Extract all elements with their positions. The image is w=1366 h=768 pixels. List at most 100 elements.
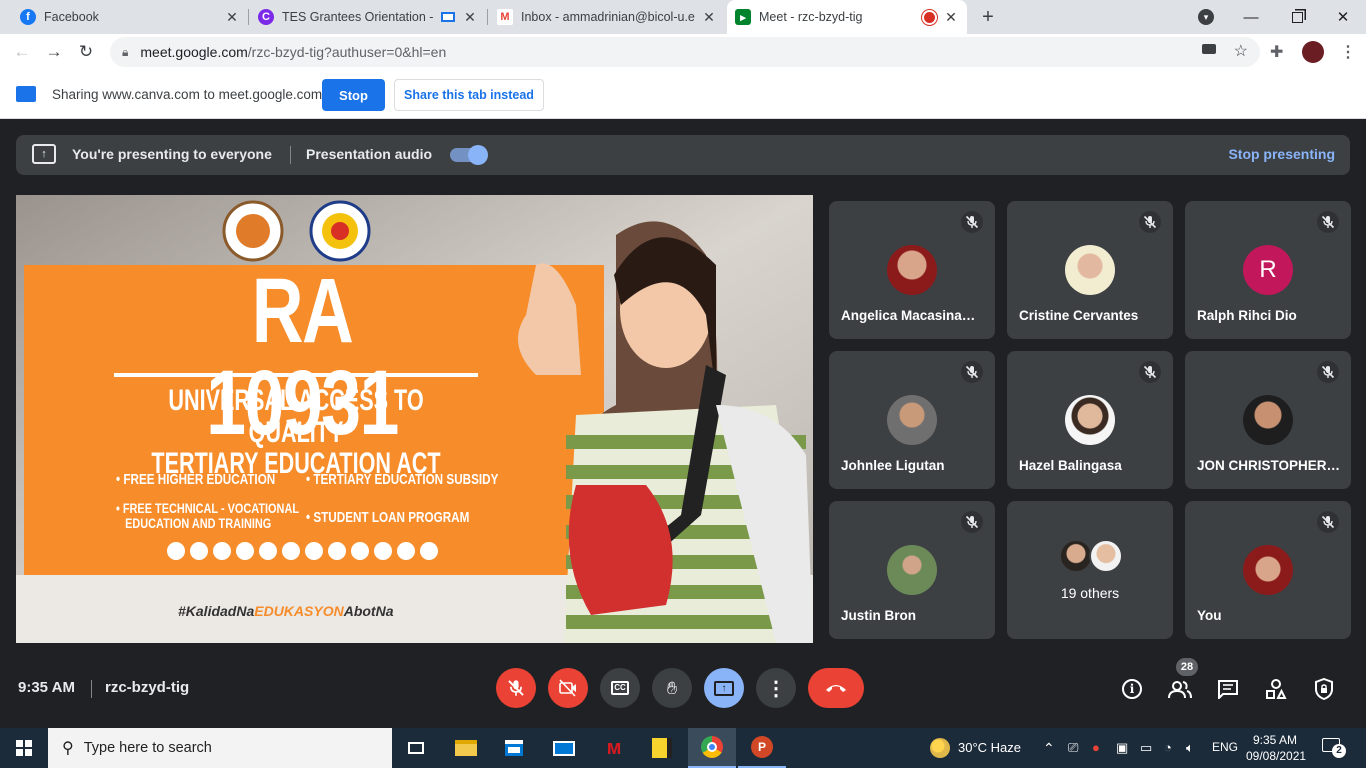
mic-off-icon [1317, 511, 1339, 533]
participant-tile[interactable]: Angelica Macasina… [829, 201, 995, 339]
chat-button[interactable] [1212, 673, 1244, 705]
show-hidden-icons-icon[interactable]: ⌃ [1043, 740, 1055, 757]
participant-tile[interactable]: Cristine Cervantes [1007, 201, 1173, 339]
share-this-tab-button[interactable]: Share this tab instead [394, 79, 544, 111]
task-view-icon[interactable] [392, 728, 440, 768]
tab-tes-orientation[interactable]: C TES Grantees Orientation - P ✕ [250, 0, 486, 34]
menu-dots-icon[interactable]: ⋮ [1340, 42, 1356, 62]
extensions-puzzle-icon[interactable]: ✚ [1270, 42, 1283, 62]
system-clock[interactable]: 9:35 AM 09/08/2021 [1246, 732, 1306, 764]
weather-icon[interactable] [930, 738, 950, 758]
battery-icon[interactable]: ▭ [1140, 740, 1152, 756]
present-screen-icon: ↑ [32, 144, 56, 164]
participant-name: Hazel Balingasa [1019, 458, 1122, 473]
tab-search-chevron-icon[interactable]: ▾ [1198, 9, 1214, 25]
mendeley-icon[interactable]: ᴍ [590, 728, 638, 768]
activities-button[interactable] [1260, 673, 1292, 705]
more-options-button[interactable]: ⋮ [756, 668, 796, 708]
present-now-button[interactable]: ↑ [704, 668, 744, 708]
close-icon[interactable]: ✕ [943, 9, 959, 25]
screen-share-icon [16, 86, 36, 102]
profile-avatar[interactable] [1302, 41, 1324, 63]
participant-tile[interactable]: Johnlee Ligutan [829, 351, 995, 489]
avatar [887, 245, 937, 295]
stop-sharing-button[interactable]: Stop [322, 79, 385, 111]
presentation-audio-label: Presentation audio [306, 146, 433, 162]
chrome-icon[interactable] [688, 728, 736, 768]
participant-tile[interactable]: Justin Bron [829, 501, 995, 639]
slide-bullet-free-higher-ed: • FREE HIGHER EDUCATION [116, 471, 276, 488]
reload-icon[interactable]: ↻ [72, 38, 100, 66]
captions-button[interactable]: CC [600, 668, 640, 708]
recording-dot-icon [921, 9, 937, 25]
window-close-icon[interactable]: ✕ [1320, 0, 1366, 34]
forward-arrow-icon[interactable]: → [40, 38, 68, 66]
shield-lock-icon [1315, 678, 1333, 700]
new-tab-plus-icon[interactable]: + [976, 5, 1000, 29]
stop-presenting-button[interactable]: Stop presenting [1228, 146, 1335, 162]
tab-gmail-inbox[interactable]: M Inbox - ammadrinian@bicol-u.ed ✕ [489, 0, 725, 34]
tab-facebook[interactable]: f Facebook ✕ [12, 0, 248, 34]
mic-off-icon [961, 511, 983, 533]
address-bar[interactable]: 🔒︎ meet.google.com/rzc-bzyd-tig?authuser… [110, 37, 1260, 67]
weather-text[interactable]: 30°C Haze [958, 740, 1021, 755]
antivirus-icon[interactable]: ● [1092, 740, 1100, 755]
hand-icon: ✋︎ [666, 677, 678, 698]
participant-tile-others[interactable]: 19 others [1007, 501, 1173, 639]
participant-tile-self[interactable]: You [1185, 501, 1351, 639]
mic-off-icon [1317, 211, 1339, 233]
mic-off-icon [508, 680, 524, 696]
close-icon[interactable]: ✕ [224, 9, 240, 25]
camera-toggle-button[interactable] [548, 668, 588, 708]
mail-icon[interactable] [540, 728, 588, 768]
host-controls-button[interactable] [1308, 673, 1340, 705]
notifications-button[interactable]: 2 [1322, 738, 1346, 758]
raise-hand-button[interactable]: ✋︎ [652, 668, 692, 708]
file-explorer-icon[interactable] [442, 728, 490, 768]
more-vert-icon: ⋮ [766, 677, 786, 700]
tab-title: Inbox - ammadrinian@bicol-u.ed [521, 10, 695, 24]
tab-meet[interactable]: ▸ Meet - rzc-bzyd-tig ✕ [727, 0, 967, 34]
search-placeholder: Type here to search [83, 740, 212, 756]
participant-tile[interactable]: R Ralph Rihci Dio [1185, 201, 1351, 339]
presented-slide: RA 10931 UNIVERSAL ACCESS TO QUALITY TER… [16, 195, 813, 643]
meeting-details-button[interactable]: i [1116, 673, 1148, 705]
leave-call-button[interactable] [808, 668, 864, 708]
participant-tile[interactable]: JON CHRISTOPHER… [1185, 351, 1351, 489]
tab-title: Meet - rzc-bzyd-tig [759, 10, 863, 24]
participant-name: Cristine Cervantes [1019, 308, 1139, 323]
sharing-status-text: Sharing www.canva.com to meet.google.com [52, 87, 323, 102]
volume-icon[interactable]: 🔈︎ [1186, 740, 1194, 756]
presenting-bar: ↑ You're presenting to everyone Presenta… [16, 135, 1350, 175]
language-indicator[interactable]: ENG [1212, 740, 1238, 754]
sticky-notes-icon[interactable] [638, 728, 686, 768]
camera-icon[interactable] [1202, 44, 1216, 54]
meeting-controls: 9:35 AM rzc-bzyd-tig CC ✋︎ ↑ ⋮ i 28 [0, 649, 1366, 728]
participant-name: Ralph Rihci Dio [1197, 308, 1297, 323]
mic-toggle-button[interactable] [496, 668, 536, 708]
url-host: meet.google.com [140, 44, 248, 60]
close-icon[interactable]: ✕ [701, 9, 717, 25]
back-arrow-icon[interactable]: ← [8, 38, 36, 66]
avatar [1065, 395, 1115, 445]
avatar [1243, 545, 1293, 595]
start-button[interactable] [0, 728, 48, 768]
presenting-status: You're presenting to everyone [72, 146, 272, 162]
taskbar-search-box[interactable]: ⚲ Type here to search [48, 728, 392, 768]
people-tray-icon[interactable]: ⎚ [1068, 740, 1078, 756]
lock-icon: 🔒︎ [122, 44, 129, 59]
close-icon[interactable]: ✕ [462, 9, 478, 25]
participant-name: Justin Bron [841, 608, 917, 623]
windows-taskbar: ⚲ Type here to search ᴍ P 30°C Haze ⌃ ⎚ … [0, 728, 1366, 768]
restore-icon[interactable] [1274, 0, 1320, 34]
participant-tile[interactable]: Hazel Balingasa [1007, 351, 1173, 489]
bookmark-star-icon[interactable]: ☆ [1234, 41, 1248, 61]
people-button[interactable]: 28 [1164, 658, 1198, 705]
display-icon[interactable]: ▣ [1116, 740, 1128, 756]
powerpoint-icon[interactable]: P [738, 728, 786, 768]
wifi-icon[interactable]: ◔ [1164, 740, 1172, 755]
minimize-icon[interactable]: — [1228, 0, 1274, 34]
store-icon[interactable] [490, 728, 538, 768]
participant-count-badge: 28 [1176, 658, 1198, 676]
presentation-audio-toggle[interactable] [450, 145, 488, 165]
